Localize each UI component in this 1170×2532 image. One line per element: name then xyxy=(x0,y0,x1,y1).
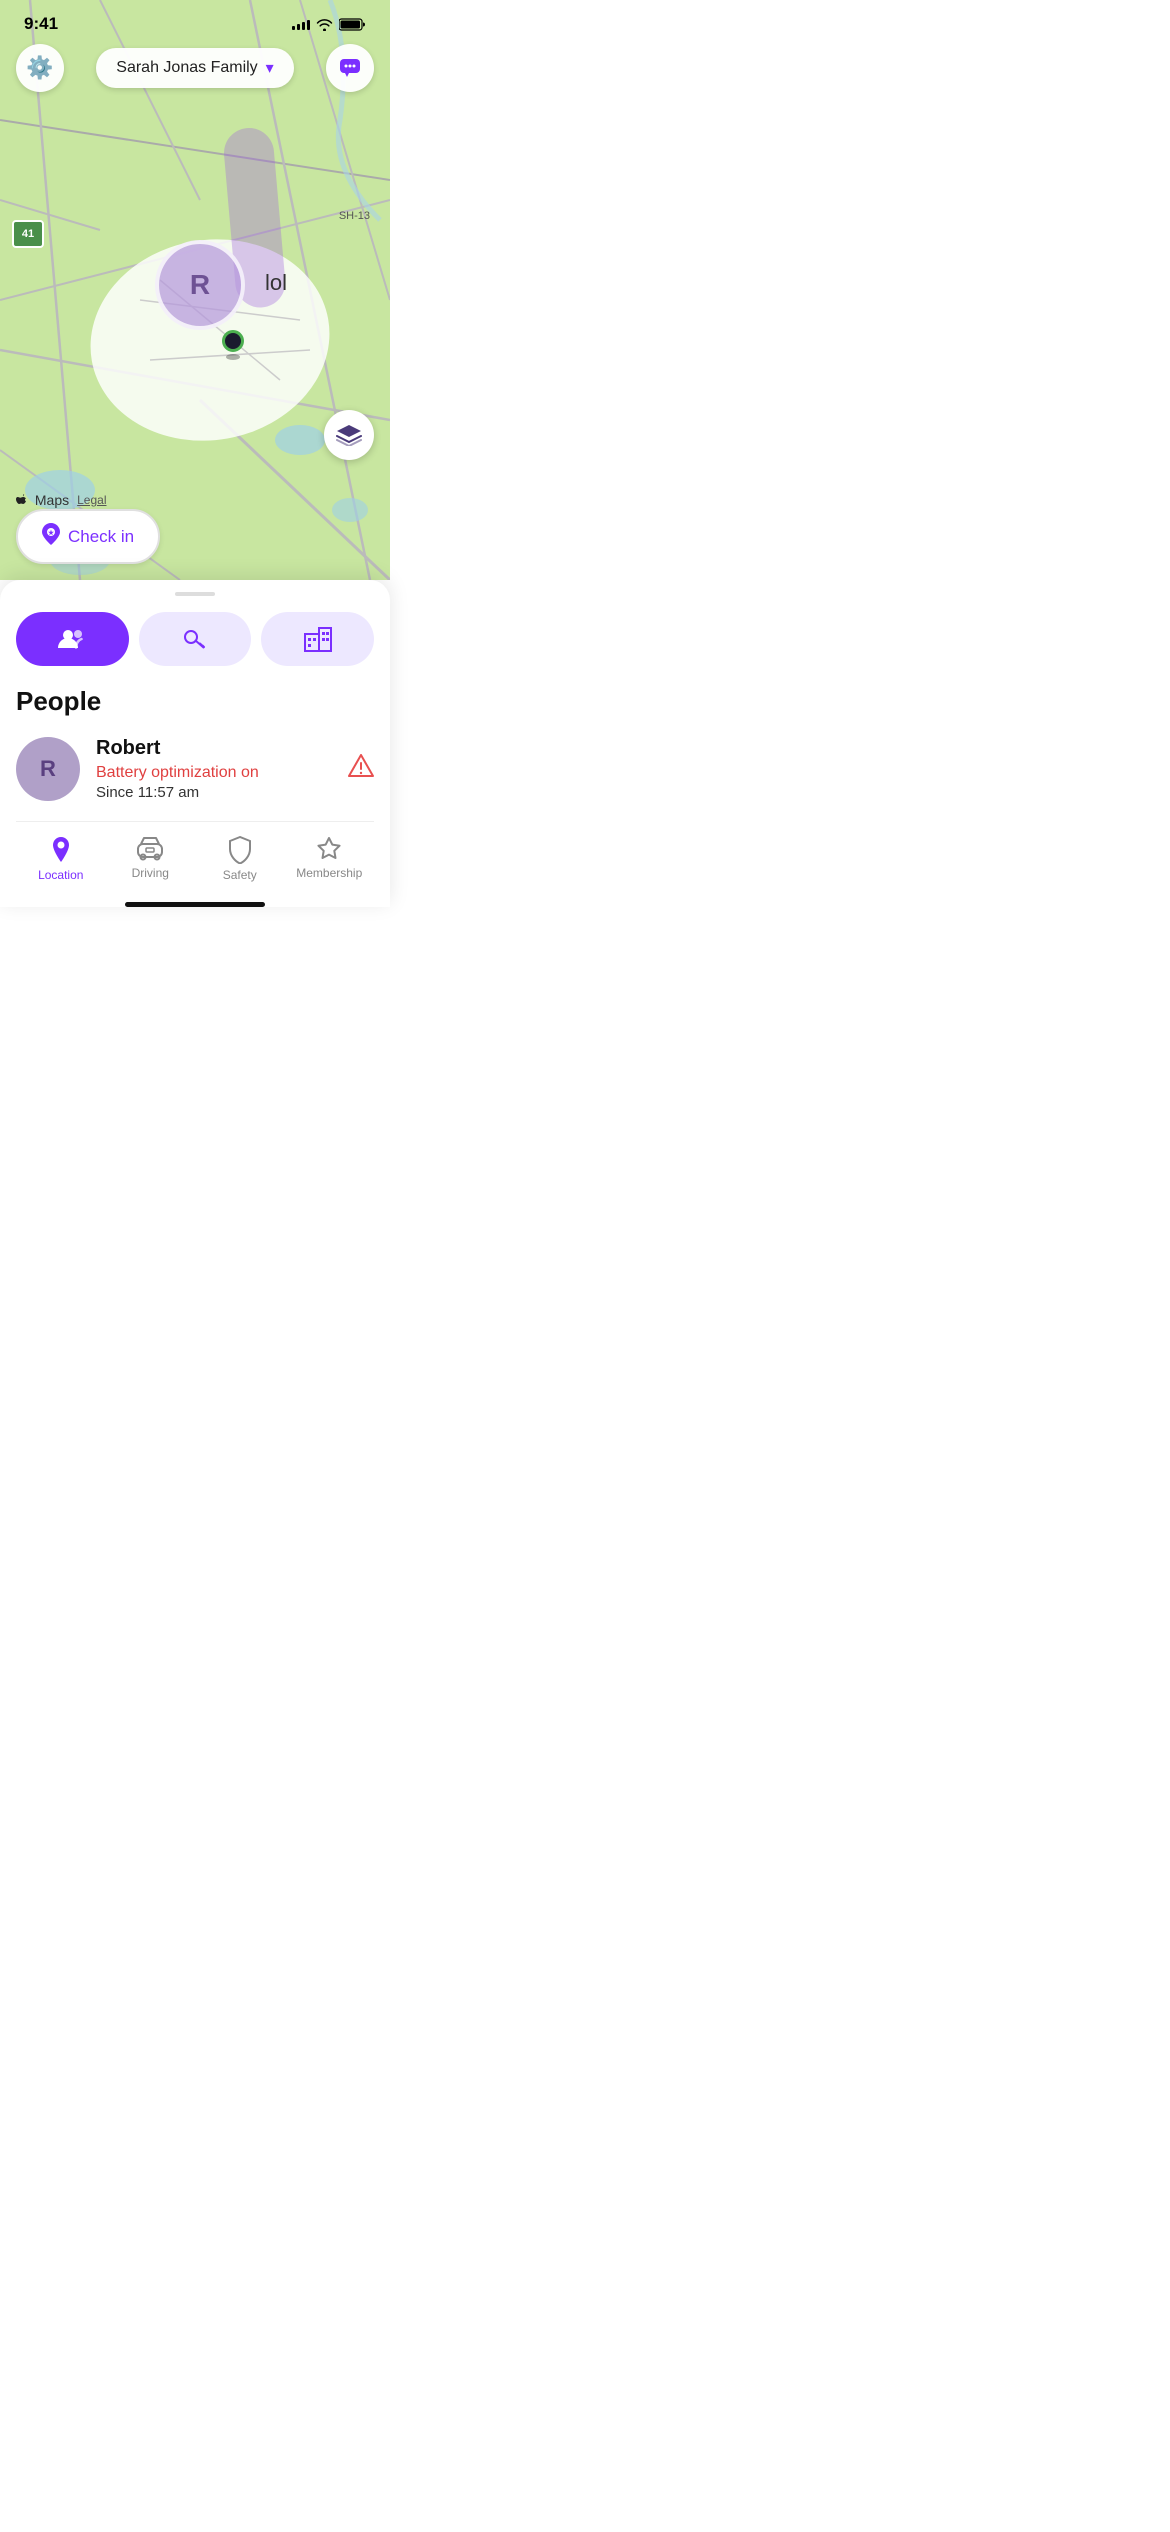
section-title: People xyxy=(16,686,374,717)
people-icon xyxy=(58,628,86,650)
person-since: Since 11:57 am xyxy=(96,784,332,801)
person-row[interactable]: R Robert Battery optimization on Since 1… xyxy=(16,737,374,821)
nav-location[interactable]: Location xyxy=(16,832,106,886)
apple-maps-logo: Maps xyxy=(16,492,69,508)
checkin-label: Check in xyxy=(68,527,134,547)
message-bubble-icon xyxy=(339,58,361,78)
warning-icon xyxy=(348,754,374,785)
map-view[interactable]: 41 SH-13 R lol Maps Legal xyxy=(0,0,390,580)
status-icons xyxy=(292,18,366,31)
apple-logo-icon xyxy=(16,494,28,508)
nav-membership[interactable]: Membership xyxy=(285,832,375,886)
nav-location-label: Location xyxy=(38,868,83,882)
bottom-nav: Location Driving Safety Membership xyxy=(16,821,374,894)
location-nav-icon xyxy=(48,836,74,864)
membership-nav-icon xyxy=(316,836,342,862)
map-attribution: Maps Legal xyxy=(16,492,107,508)
safety-nav-icon xyxy=(228,836,252,864)
family-selector[interactable]: Sarah Jonas Family ▾ xyxy=(96,48,293,88)
checkin-button[interactable]: Check in xyxy=(16,509,160,564)
layers-button[interactable] xyxy=(324,410,374,460)
battery-icon xyxy=(339,18,366,31)
tab-buildings[interactable] xyxy=(261,612,374,666)
legal-link[interactable]: Legal xyxy=(77,493,106,507)
battery-status: Battery optimization on xyxy=(96,764,332,782)
person-info: Robert Battery optimization on Since 11:… xyxy=(96,737,332,801)
family-name: Sarah Jonas Family xyxy=(116,59,257,77)
buildings-icon xyxy=(304,626,332,652)
layers-icon xyxy=(336,424,362,446)
bottom-sheet: People R Robert Battery optimization on … xyxy=(0,580,390,907)
person-avatar: R xyxy=(16,737,80,801)
map-location-pin xyxy=(222,330,244,360)
nav-driving-label: Driving xyxy=(132,866,169,880)
nav-safety[interactable]: Safety xyxy=(195,832,285,886)
settings-button[interactable]: ⚙️ xyxy=(16,44,64,92)
nav-membership-label: Membership xyxy=(296,866,362,880)
tab-people[interactable] xyxy=(16,612,129,666)
road-sign-sh: SH-13 xyxy=(339,210,370,222)
status-time: 9:41 xyxy=(24,14,58,34)
status-bar: 9:41 xyxy=(0,0,390,42)
header: ⚙️ Sarah Jonas Family ▾ xyxy=(0,44,390,92)
chevron-down-icon: ▾ xyxy=(266,58,274,78)
key-icon xyxy=(183,627,207,651)
tab-row xyxy=(16,612,374,666)
sheet-handle xyxy=(175,592,215,596)
tab-keys[interactable] xyxy=(139,612,252,666)
gear-icon: ⚙️ xyxy=(26,55,53,81)
checkin-pin-icon xyxy=(42,523,60,550)
driving-nav-icon xyxy=(136,836,164,862)
signal-bars-icon xyxy=(292,18,310,30)
wifi-icon xyxy=(316,18,333,31)
person-name: Robert xyxy=(96,737,332,760)
map-user-avatar[interactable]: R xyxy=(155,240,245,330)
nav-safety-label: Safety xyxy=(223,868,257,882)
road-sign-41: 41 xyxy=(12,220,44,248)
nav-driving[interactable]: Driving xyxy=(106,832,196,886)
map-city-label: lol xyxy=(265,270,287,296)
messages-button[interactable] xyxy=(326,44,374,92)
home-indicator xyxy=(125,902,265,907)
